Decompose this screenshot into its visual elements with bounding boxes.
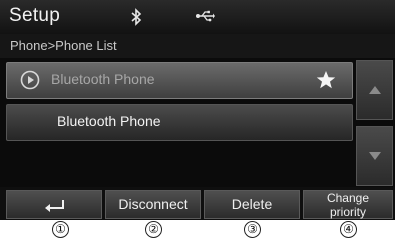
change-priority-label-line2: priority bbox=[329, 205, 366, 219]
callout-3: ③ bbox=[244, 221, 261, 238]
bluetooth-icon bbox=[131, 8, 142, 26]
list-item-label: Bluetooth Phone bbox=[51, 71, 155, 87]
top-bar: Setup bbox=[0, 0, 395, 34]
usb-icon bbox=[196, 10, 215, 22]
back-button[interactable] bbox=[6, 190, 102, 219]
list-item[interactable]: Bluetooth Phone bbox=[6, 104, 353, 141]
list-item-label: Bluetooth Phone bbox=[57, 113, 161, 129]
disconnect-label: Disconnect bbox=[118, 196, 188, 212]
page-title: Setup bbox=[9, 5, 61, 26]
star-icon[interactable] bbox=[316, 70, 336, 90]
disconnect-button[interactable]: Disconnect bbox=[105, 190, 201, 219]
triangle-down-icon bbox=[369, 152, 381, 160]
callout-4: ④ bbox=[340, 221, 357, 238]
delete-button[interactable]: Delete bbox=[204, 190, 300, 219]
scroll-down-button[interactable] bbox=[356, 126, 393, 186]
change-priority-button[interactable]: Change priority bbox=[303, 190, 393, 219]
triangle-up-icon bbox=[369, 86, 381, 94]
list-item-selected[interactable]: Bluetooth Phone bbox=[6, 62, 353, 99]
delete-label: Delete bbox=[231, 196, 273, 212]
back-arrow-icon bbox=[45, 200, 64, 212]
scroll-up-button[interactable] bbox=[356, 60, 393, 120]
callout-2: ② bbox=[145, 221, 162, 238]
play-circle-icon bbox=[20, 70, 40, 90]
setup-screen: Setup Phone>Phone List Bluetooth Phone B… bbox=[0, 0, 395, 220]
callout-1: ① bbox=[52, 221, 69, 238]
change-priority-label-line1: Change bbox=[326, 191, 370, 205]
breadcrumb-text: Phone>Phone List bbox=[10, 38, 117, 53]
breadcrumb: Phone>Phone List bbox=[0, 34, 395, 58]
